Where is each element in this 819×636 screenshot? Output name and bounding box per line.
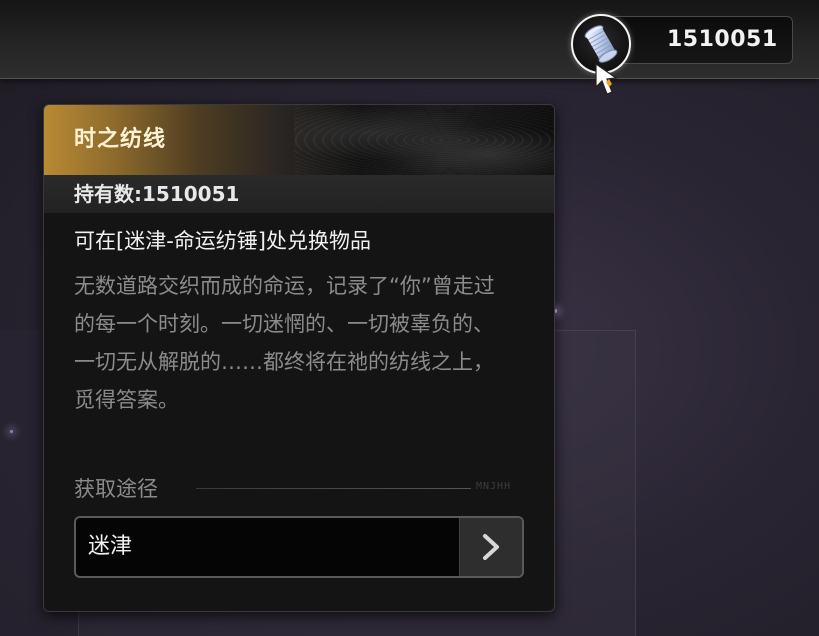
held-count: 持有数:1510051	[74, 182, 240, 206]
currency-amount: 1510051	[667, 27, 778, 52]
exchange-info: 可在[迷津-命运纺锤]处兑换物品	[74, 229, 371, 253]
source-item-label: 迷津	[88, 534, 133, 559]
item-tooltip: 时之纺线 持有数:1510051 可在[迷津-命运纺锤]处兑换物品 无数道路交织…	[43, 104, 555, 612]
sparkle-decoration	[10, 430, 13, 433]
divider-decoration: MNJHH	[476, 481, 512, 492]
item-title: 时之纺线	[74, 127, 167, 152]
header-decoration	[294, 105, 554, 175]
chevron-right-icon	[483, 534, 499, 560]
held-count-row: 持有数:1510051	[44, 175, 554, 213]
cursor-icon	[595, 62, 618, 95]
item-description: 无数道路交织而成的命运，记录了“你”曾走过的每一个时刻。一切迷惘的、一切被辜负的…	[74, 274, 495, 412]
go-button[interactable]	[459, 518, 522, 576]
acquire-source-label: 获取途径	[74, 477, 158, 501]
divider	[196, 488, 471, 489]
source-item-mijin[interactable]: 迷津	[74, 516, 524, 578]
tooltip-header: 时之纺线	[44, 105, 554, 175]
